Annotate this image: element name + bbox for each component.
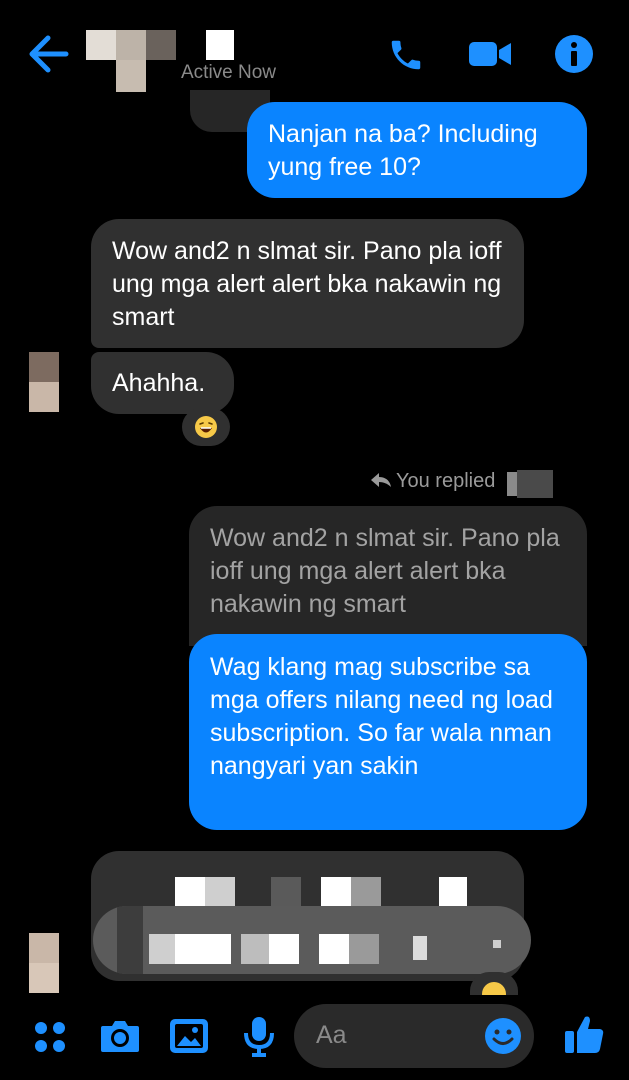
active-status: Active Now (181, 62, 277, 83)
header: Active Now (0, 0, 629, 100)
message-text: Ahahha. (112, 369, 206, 397)
camera-icon[interactable] (99, 1018, 141, 1054)
emoji-icon[interactable] (484, 1017, 522, 1055)
message-text: Nanjan na ba? Including yung free 10? (268, 120, 538, 181)
reply-name-pixelated (507, 470, 553, 498)
typing-preview-pixelated (93, 906, 531, 974)
back-arrow-icon[interactable] (28, 34, 70, 74)
message-bubble-in[interactable]: Ahahha. (91, 352, 234, 414)
info-icon[interactable] (554, 34, 594, 74)
message-text: Wag klang mag subscribe sa mga offers ni… (210, 653, 553, 780)
message-bubble-out[interactable]: Nanjan na ba? Including yung free 10? (247, 102, 587, 198)
reaction-badge[interactable] (182, 408, 230, 446)
quoted-text: Wow and2 n slmat sir. Pano pla ioff ung … (210, 524, 560, 618)
message-input[interactable]: Aa (294, 1004, 534, 1068)
reply-label-text: You replied (396, 470, 496, 492)
laughing-emoji-icon (195, 416, 217, 438)
avatar[interactable] (29, 352, 59, 412)
gallery-icon[interactable] (168, 1017, 210, 1055)
avatar[interactable] (29, 933, 59, 993)
thumbs-up-icon[interactable] (563, 1013, 605, 1055)
message-input-placeholder: Aa (316, 1021, 347, 1049)
message-bubble-in[interactable]: Wow and2 n slmat sir. Pano pla ioff ung … (91, 219, 524, 348)
composer-bar: Aa (0, 995, 629, 1080)
quoted-message-bubble[interactable]: Wow and2 n slmat sir. Pano pla ioff ung … (189, 506, 587, 646)
reply-arrow-icon (371, 473, 391, 487)
apps-icon[interactable] (33, 1020, 67, 1054)
mic-icon[interactable] (243, 1015, 275, 1057)
message-text: Wow and2 n slmat sir. Pano pla ioff ung … (112, 237, 502, 331)
video-icon[interactable] (467, 38, 513, 70)
message-bubble-out[interactable]: Wag klang mag subscribe sa mga offers ni… (189, 634, 587, 830)
reply-label: You replied (370, 470, 495, 493)
phone-icon[interactable] (386, 36, 426, 74)
